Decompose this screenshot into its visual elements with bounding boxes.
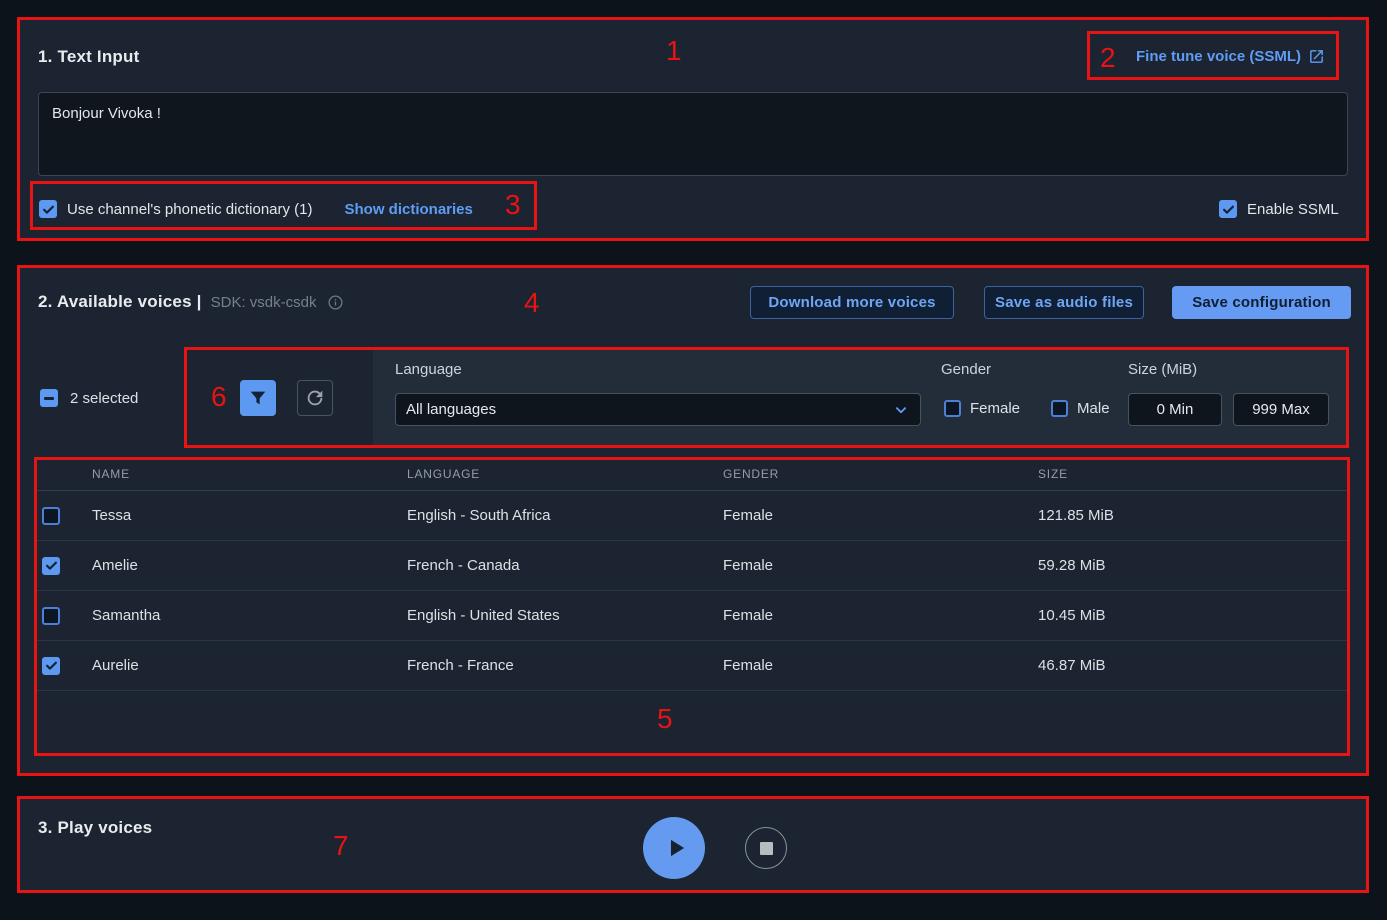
play-voices-title: 3. Play voices (38, 818, 152, 838)
enable-ssml-checkbox[interactable] (1219, 200, 1237, 218)
voice-gender: Female (723, 607, 1038, 624)
selected-count-label: 2 selected (70, 390, 138, 407)
language-filter-label: Language (395, 361, 462, 378)
filter-panel: Language All languages Gender Female Mal… (373, 348, 1349, 447)
header-size: SIZE (1038, 467, 1350, 481)
filter-button[interactable] (240, 380, 276, 416)
size-max-input[interactable]: 999 Max (1233, 393, 1329, 426)
gender-male-checkbox[interactable] (1051, 400, 1068, 417)
size-min-input[interactable]: 0 Min (1128, 393, 1222, 426)
voices-table: NAME LANGUAGE GENDER SIZE TessaEnglish -… (34, 457, 1350, 691)
download-more-voices-button[interactable]: Download more voices (750, 286, 954, 319)
chevron-down-icon (892, 401, 910, 419)
voice-size: 10.45 MiB (1038, 607, 1350, 624)
voice-size: 59.28 MiB (1038, 557, 1350, 574)
gender-male-label: Male (1077, 400, 1110, 417)
stop-button[interactable] (745, 827, 787, 869)
table-row: AmelieFrench - CanadaFemale59.28 MiB (34, 541, 1350, 591)
play-voices-section: 3. Play voices (17, 797, 1369, 893)
voices-table-rows: TessaEnglish - South AfricaFemale121.85 … (34, 491, 1350, 691)
table-row: TessaEnglish - South AfricaFemale121.85 … (34, 491, 1350, 541)
refresh-button[interactable] (297, 380, 333, 416)
refresh-icon (304, 387, 326, 409)
voices-table-header: NAME LANGUAGE GENDER SIZE (34, 457, 1350, 491)
voice-size: 121.85 MiB (1038, 507, 1350, 524)
voice-name: Amelie (92, 557, 407, 574)
voice-name: Tessa (92, 507, 407, 524)
language-select-value: All languages (406, 401, 892, 418)
save-as-audio-files-button[interactable]: Save as audio files (984, 286, 1144, 319)
language-select[interactable]: All languages (395, 393, 921, 426)
available-voices-section: 2. Available voices | SDK: vsdk-csdk Dow… (17, 265, 1369, 776)
header-gender: GENDER (723, 467, 1038, 481)
voice-language: English - United States (407, 607, 723, 624)
open-in-new-icon (1308, 48, 1325, 65)
enable-ssml-label: Enable SSML (1247, 201, 1339, 218)
table-row: SamanthaEnglish - United StatesFemale10.… (34, 591, 1350, 641)
phonetic-dictionary-checkbox[interactable] (39, 200, 57, 218)
row-checkbox[interactable] (42, 507, 60, 525)
show-dictionaries-link[interactable]: Show dictionaries (345, 201, 473, 218)
fine-tune-ssml-label: Fine tune voice (SSML) (1136, 48, 1301, 65)
voice-name: Aurelie (92, 657, 407, 674)
voice-language: French - France (407, 657, 723, 674)
voice-name: Samantha (92, 607, 407, 624)
row-checkbox[interactable] (42, 557, 60, 575)
voice-gender: Female (723, 557, 1038, 574)
filter-funnel-icon (247, 387, 269, 409)
info-icon[interactable] (327, 294, 344, 311)
row-checkbox[interactable] (42, 657, 60, 675)
available-voices-title: 2. Available voices | (38, 292, 202, 312)
gender-filter-label: Gender (941, 361, 991, 378)
voice-gender: Female (723, 657, 1038, 674)
gender-female-checkbox[interactable] (944, 400, 961, 417)
fine-tune-ssml-link[interactable]: Fine tune voice (SSML) (1136, 48, 1325, 65)
tts-text-input[interactable]: Bonjour Vivoka ! (38, 92, 1348, 176)
voice-size: 46.87 MiB (1038, 657, 1350, 674)
phonetic-dictionary-label: Use channel's phonetic dictionary (1) (67, 201, 313, 218)
text-input-title: 1. Text Input (38, 47, 139, 67)
save-configuration-button[interactable]: Save configuration (1172, 286, 1351, 319)
voice-gender: Female (723, 507, 1038, 524)
size-filter-label: Size (MiB) (1128, 361, 1197, 378)
stop-icon (760, 842, 773, 855)
row-checkbox[interactable] (42, 607, 60, 625)
play-button[interactable] (643, 817, 705, 879)
sdk-label: SDK: vsdk-csdk (211, 294, 317, 311)
header-name: NAME (92, 467, 407, 481)
select-all-checkbox[interactable] (40, 389, 58, 407)
table-row: AurelieFrench - FranceFemale46.87 MiB (34, 641, 1350, 691)
voice-language: English - South Africa (407, 507, 723, 524)
voice-language: French - Canada (407, 557, 723, 574)
play-icon (658, 833, 691, 863)
gender-female-label: Female (970, 400, 1020, 417)
text-input-section: 1. Text Input Fine tune voice (SSML) Bon… (17, 17, 1369, 241)
header-language: LANGUAGE (407, 467, 723, 481)
